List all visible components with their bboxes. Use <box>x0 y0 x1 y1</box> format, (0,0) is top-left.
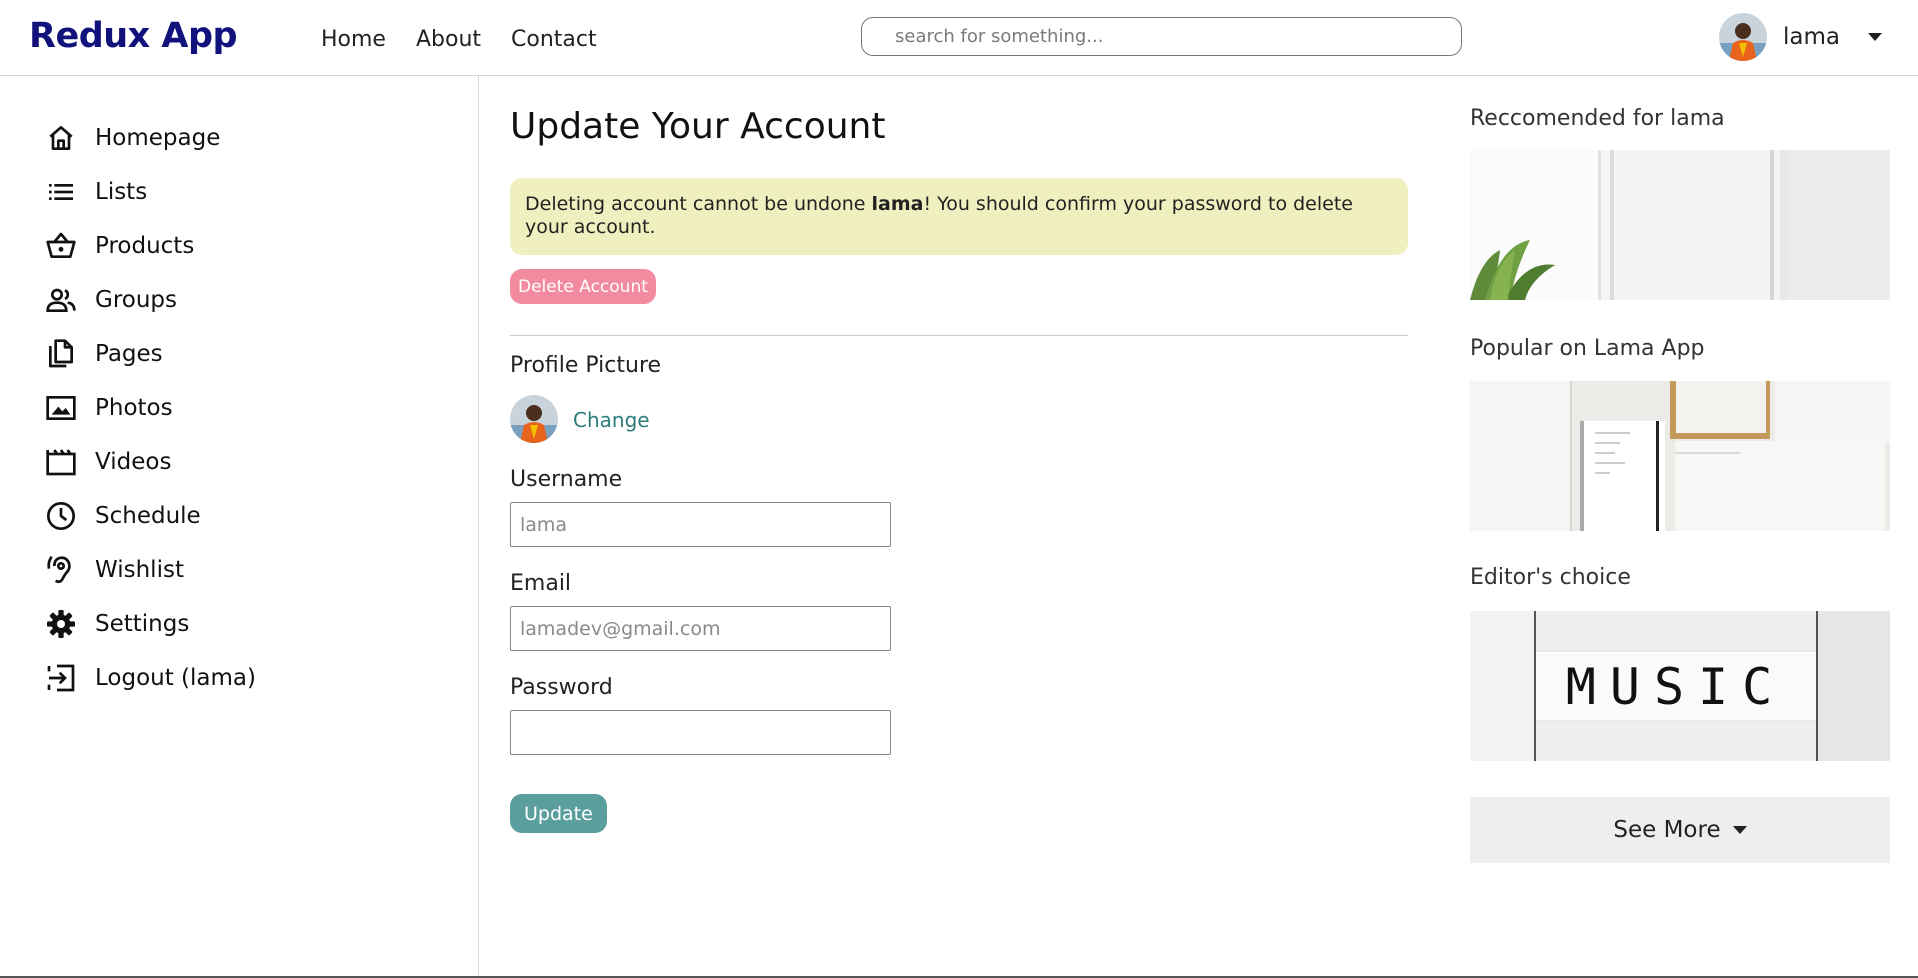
sidebar: Homepage Lists Products Groups Pages Pho… <box>0 76 479 978</box>
sidebar-item-groups[interactable]: Groups <box>44 283 177 317</box>
music-text: MUSIC <box>1566 658 1787 716</box>
basket-icon <box>44 229 78 263</box>
video-icon <box>44 445 78 479</box>
hearing-icon <box>44 553 78 587</box>
sidebar-item-label: Schedule <box>95 503 201 529</box>
divider <box>510 335 1408 336</box>
chevron-down-icon[interactable] <box>1867 33 1882 41</box>
search-input[interactable] <box>861 17 1462 56</box>
password-field[interactable] <box>510 710 891 755</box>
page-title: Update Your Account <box>510 106 886 147</box>
nav-about-link[interactable]: About <box>416 27 481 52</box>
username-field[interactable] <box>510 502 891 547</box>
sidebar-item-logout[interactable]: Logout (lama) <box>44 661 256 695</box>
recommended-title: Reccomended for lama <box>1470 106 1725 131</box>
sidebar-item-label: Homepage <box>95 125 221 151</box>
sidebar-item-wishlist[interactable]: Wishlist <box>44 553 184 587</box>
profile-avatar <box>510 395 558 443</box>
see-more-label: See More <box>1613 817 1721 843</box>
chevron-down-icon <box>1732 826 1747 834</box>
sidebar-item-label: Videos <box>95 449 172 475</box>
list-icon <box>44 175 78 209</box>
sidebar-item-label: Settings <box>95 611 190 637</box>
top-bar: Redux App Home About Contact lama <box>0 0 1918 76</box>
clock-icon <box>44 499 78 533</box>
top-nav: Home About Contact <box>321 27 597 52</box>
sidebar-item-label: Pages <box>95 341 163 367</box>
update-button[interactable]: Update <box>510 794 607 833</box>
sidebar-item-label: Lists <box>95 179 148 205</box>
logout-icon <box>44 661 78 695</box>
nav-home-link[interactable]: Home <box>321 27 386 52</box>
gear-icon <box>44 607 78 641</box>
pages-icon <box>44 337 78 371</box>
password-label: Password <box>510 675 613 700</box>
change-picture-link[interactable]: Change <box>573 408 650 432</box>
sidebar-item-photos[interactable]: Photos <box>44 391 173 425</box>
avatar[interactable] <box>1719 13 1767 61</box>
app-logo[interactable]: Redux App <box>29 16 238 56</box>
email-label: Email <box>510 571 572 596</box>
sidebar-item-label: Photos <box>95 395 173 421</box>
recommended-image[interactable] <box>1470 150 1890 300</box>
editors-choice-image[interactable]: MUSIC <box>1470 611 1890 761</box>
popular-image[interactable] <box>1470 381 1890 531</box>
people-icon <box>44 283 78 317</box>
username-label: Username <box>510 467 623 492</box>
username-label: lama <box>1783 24 1840 50</box>
sidebar-item-schedule[interactable]: Schedule <box>44 499 201 533</box>
user-menu[interactable]: lama <box>1719 13 1882 61</box>
sidebar-item-label: Logout (lama) <box>95 665 256 691</box>
warning-alert: Deleting account cannot be undone lama! … <box>510 178 1408 255</box>
right-panel: Reccomended for lama Popular on Lama App <box>1439 76 1918 978</box>
email-field[interactable] <box>510 606 891 651</box>
alert-text-before: Deleting account cannot be undone <box>525 193 872 215</box>
sidebar-item-label: Groups <box>95 287 178 313</box>
sidebar-item-pages[interactable]: Pages <box>44 337 163 371</box>
see-more-button[interactable]: See More <box>1470 797 1890 863</box>
sidebar-item-label: Wishlist <box>95 557 184 583</box>
delete-account-button[interactable]: Delete Account <box>510 269 656 304</box>
editors-choice-title: Editor's choice <box>1470 565 1631 590</box>
profile-picture-label: Profile Picture <box>510 353 662 378</box>
sidebar-item-label: Products <box>95 233 195 259</box>
main-content: Update Your Account Deleting account can… <box>480 76 1438 978</box>
popular-title: Popular on Lama App <box>1470 336 1705 361</box>
sidebar-item-videos[interactable]: Videos <box>44 445 171 479</box>
sidebar-item-homepage[interactable]: Homepage <box>44 121 220 155</box>
nav-contact-link[interactable]: Contact <box>511 27 597 52</box>
home-icon <box>44 121 78 155</box>
sidebar-item-lists[interactable]: Lists <box>44 175 147 209</box>
sidebar-item-products[interactable]: Products <box>44 229 194 263</box>
alert-username: lama <box>871 193 924 215</box>
sidebar-item-settings[interactable]: Settings <box>44 607 189 641</box>
photo-icon <box>44 391 78 425</box>
